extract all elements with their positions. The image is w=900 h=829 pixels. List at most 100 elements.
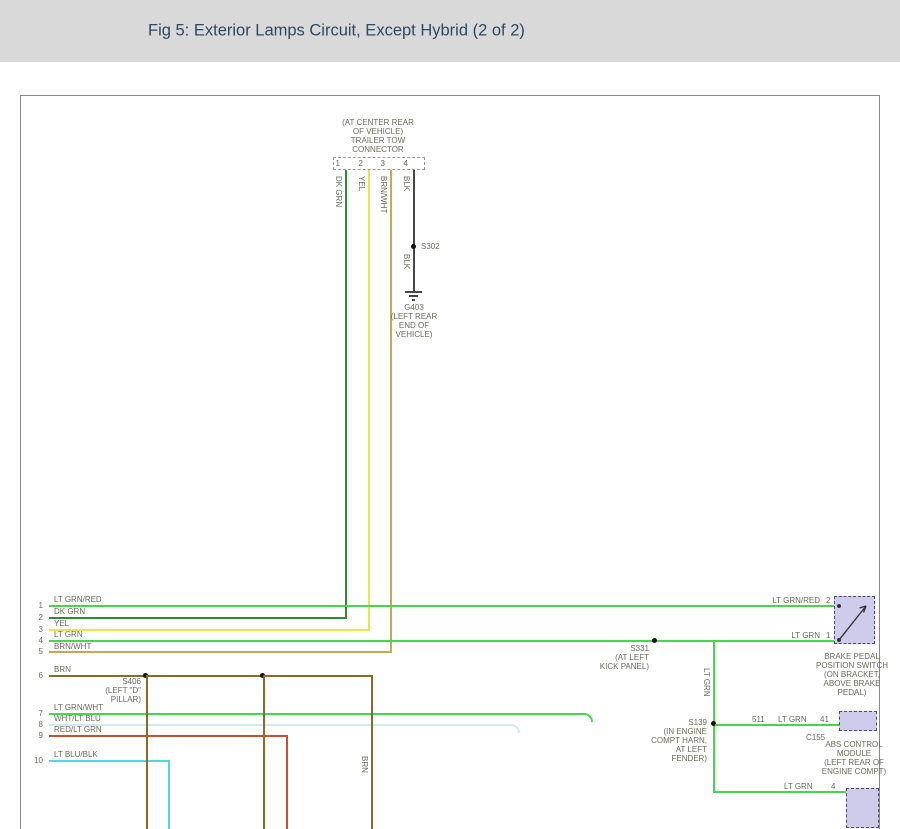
- left-label-1: LT GRN/RED: [54, 595, 102, 604]
- ground-location-2: END OF: [374, 321, 454, 330]
- s406-location-2: PILLAR): [87, 695, 141, 704]
- brake-pin1-wire-label: LT GRN: [772, 631, 820, 640]
- brake-name-1: BRAKE PEDAL: [809, 652, 895, 661]
- abs-name-4: ENGINE COMPT): [814, 767, 894, 776]
- splice-s406-label: S406 (LEFT "D" PILLAR): [87, 677, 141, 704]
- trailer-connector-label: (AT CENTER REAR OF VEHICLE) TRAILER TOW …: [308, 118, 448, 154]
- wire-3-yel: [49, 629, 370, 631]
- left-label-6: BRN: [54, 665, 71, 674]
- trailer-pin-2: 2: [351, 159, 363, 168]
- bottom-module-box: [846, 788, 879, 828]
- left-label-7: LT GRN/WHT: [54, 703, 103, 712]
- trailer-connector-location-2: OF VEHICLE): [308, 127, 448, 136]
- wire-8-continuation-hook: [511, 724, 520, 733]
- wiring-diagram-canvas: (AT CENTER REAR OF VEHICLE) TRAILER TOW …: [20, 95, 880, 829]
- brake-name-3: (ON BRACKET,: [809, 670, 895, 679]
- abs-name-1: ABS CONTROL: [814, 740, 894, 749]
- bottom-pin-number: 4: [831, 782, 835, 791]
- brake-pin1-number: 1: [826, 631, 830, 640]
- splice-s302-label: S302: [421, 242, 440, 251]
- left-label-3: YEL: [54, 619, 69, 628]
- wire-label-dk-grn: DK GRN: [334, 176, 343, 207]
- ground-location-3: VEHICLE): [374, 330, 454, 339]
- splice-s302-dot: [411, 244, 416, 249]
- wire-8-wht-lt-blu: [49, 724, 511, 726]
- s331-name: S331: [589, 644, 649, 653]
- wire-yel-vertical: [368, 170, 370, 631]
- left-pin-3: 3: [25, 625, 43, 634]
- trailer-connector-name-2: CONNECTOR: [308, 145, 448, 154]
- ground-symbol-bar3: [412, 299, 415, 301]
- brake-name-4: ABOVE BRAKE: [809, 679, 895, 688]
- s139-location-1: (IN ENGINE: [643, 727, 707, 736]
- wire-label-brn-vertical: BRN: [360, 756, 369, 773]
- ground-symbol-bar2: [409, 295, 418, 297]
- wire-dk-grn-vertical: [345, 170, 347, 619]
- left-pin-1: 1: [25, 601, 43, 610]
- brake-name-5: PEDAL): [809, 688, 895, 697]
- splice-s331-dot: [652, 638, 657, 643]
- wire-lt-grn-vertical: [713, 640, 715, 793]
- figure-page: Fig 5: Exterior Lamps Circuit, Except Hy…: [0, 0, 900, 829]
- brake-switch-box: [834, 596, 875, 644]
- ground-location-1: (LEFT REAR: [374, 312, 454, 321]
- wire-7-lt-grn-wht: [49, 713, 584, 715]
- wire-9-red-lt-grn-vertical: [286, 735, 288, 829]
- wire-abs-lt-grn: [715, 724, 839, 726]
- trailer-connector-location-1: (AT CENTER REAR: [308, 118, 448, 127]
- splice-s139-label: S139 (IN ENGINE COMPT HARN, AT LEFT FEND…: [643, 718, 707, 763]
- bottom-wire-label: LT GRN: [784, 782, 813, 791]
- wire-label-lt-grn-vertical: LT GRN: [702, 668, 711, 697]
- left-pin-4: 4: [25, 636, 43, 645]
- left-pin-10: 10: [25, 756, 43, 765]
- left-label-4: LT GRN: [54, 630, 83, 639]
- wire-bottom-lt-grn: [713, 791, 846, 793]
- trailer-connector-name-1: TRAILER TOW: [308, 136, 448, 145]
- wire-label-yel: YEL: [357, 176, 366, 191]
- wire-1-lt-grn-red: [49, 605, 834, 607]
- trailer-pin-1: 1: [328, 159, 340, 168]
- trailer-pin-4: 4: [396, 159, 408, 168]
- wire-4-lt-grn: [49, 640, 834, 642]
- wire-7-continuation-hook: [584, 713, 593, 722]
- left-pin-5: 5: [25, 647, 43, 656]
- ground-g403-label: G403 (LEFT REAR END OF VEHICLE): [374, 303, 454, 339]
- splice-s331-label: S331 (AT LEFT KICK PANEL): [589, 644, 649, 671]
- left-label-9: RED/LT GRN: [54, 725, 102, 734]
- s139-location-3: AT LEFT: [643, 745, 707, 754]
- figure-title: Fig 5: Exterior Lamps Circuit, Except Hy…: [148, 22, 525, 41]
- brake-pin2-wire-label: LT GRN/RED: [754, 596, 820, 605]
- brake-name-2: POSITION SWITCH: [809, 661, 895, 670]
- wire-10-lt-blu-blk: [49, 760, 170, 762]
- s331-location-1: (AT LEFT: [589, 653, 649, 662]
- ground-name: G403: [374, 303, 454, 312]
- s331-location-2: KICK PANEL): [589, 662, 649, 671]
- wire-9-red-lt-grn: [49, 735, 288, 737]
- left-pin-7: 7: [25, 709, 43, 718]
- abs-name-3: (LEFT REAR OF: [814, 758, 894, 767]
- left-label-2: DK GRN: [54, 607, 85, 616]
- left-pin-6: 6: [25, 671, 43, 680]
- brake-pin2-number: 2: [826, 596, 830, 605]
- abs-circuit-number: 511: [752, 715, 765, 724]
- abs-wire-label: LT GRN: [778, 715, 807, 724]
- s406-location-1: (LEFT "D": [87, 686, 141, 695]
- abs-module-box: [839, 711, 877, 731]
- wire-label-blk-2: BLK: [402, 254, 411, 269]
- brake-switch-name: BRAKE PEDAL POSITION SWITCH (ON BRACKET,…: [809, 652, 895, 697]
- brake-switch-symbol: [835, 597, 874, 643]
- left-label-10: LT BLU/BLK: [54, 750, 98, 759]
- left-pin-2: 2: [25, 613, 43, 622]
- ground-symbol-bar1: [405, 291, 422, 293]
- s139-name: S139: [643, 718, 707, 727]
- wire-label-brn-wht: BRN/WHT: [379, 176, 388, 213]
- wire-brn-branch-right: [371, 675, 373, 829]
- wire-blk-vertical: [413, 170, 415, 291]
- wire-10-lt-blu-blk-vertical: [168, 760, 170, 829]
- abs-name-2: MODULE: [814, 749, 894, 758]
- abs-pin-number: 41: [820, 715, 829, 724]
- left-pin-9: 9: [25, 731, 43, 740]
- trailer-pin-3: 3: [373, 159, 385, 168]
- abs-module-name: ABS CONTROL MODULE (LEFT REAR OF ENGINE …: [814, 740, 894, 776]
- left-pin-8: 8: [25, 720, 43, 729]
